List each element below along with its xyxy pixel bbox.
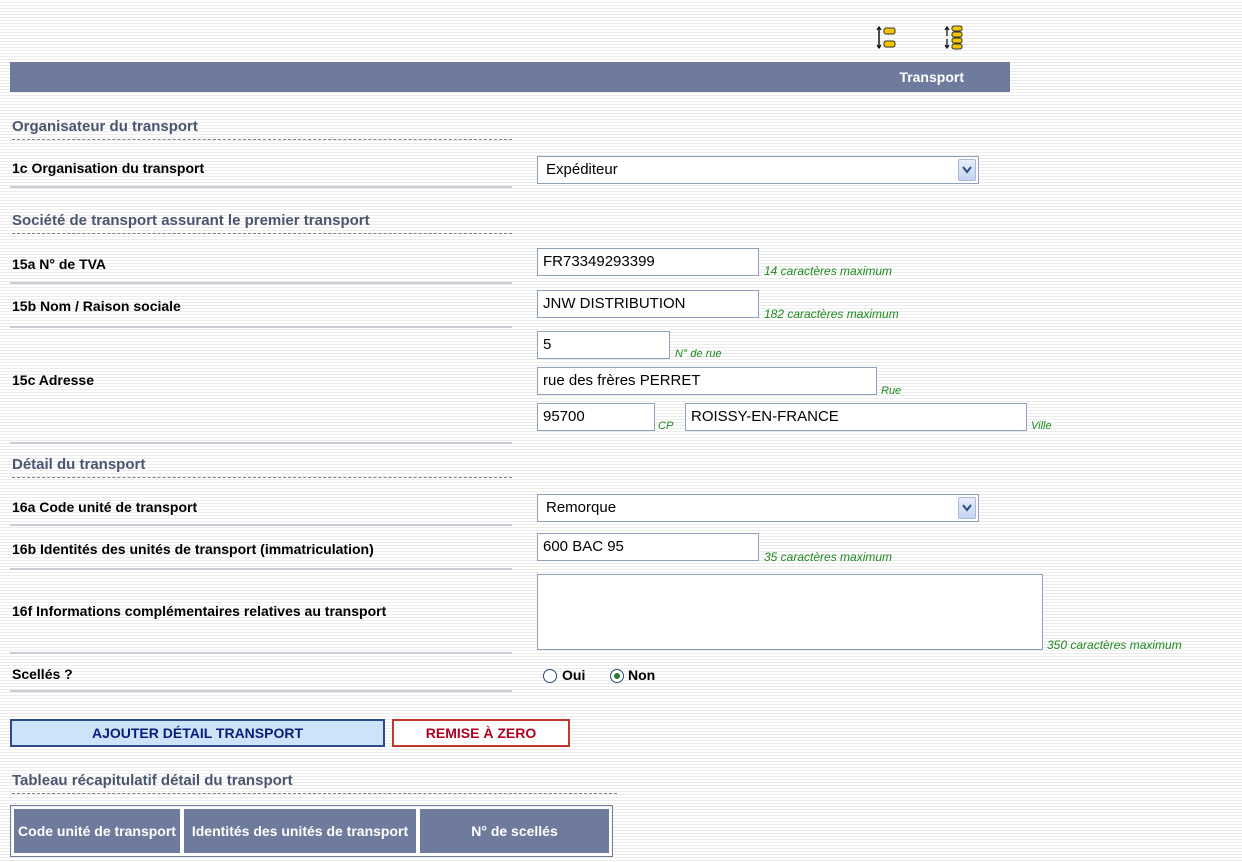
radio-oui[interactable] <box>543 669 557 683</box>
list-collapse-icon[interactable] <box>944 24 964 52</box>
adresse-rue-input[interactable]: rue des frères PERRET <box>537 367 877 395</box>
infos-hint: 350 caractères maximum <box>1047 638 1182 652</box>
add-transport-detail-button[interactable]: AJOUTER DÉTAIL TRANSPORT <box>10 719 385 747</box>
adresse-rue-hint: Rue <box>881 385 902 397</box>
organisation-select-value: Expéditeur <box>546 161 618 178</box>
table-header-code-unite: Code unité de transport <box>12 807 182 855</box>
code-unite-select[interactable]: Remorque <box>537 494 979 522</box>
identites-hint: 35 caractères maximum <box>764 550 893 564</box>
field-label-infos: 16f Informations complémentaires relativ… <box>12 603 387 619</box>
radio-oui-label[interactable]: Oui <box>562 667 585 683</box>
radio-non-label[interactable]: Non <box>628 667 655 683</box>
nom-input[interactable]: JNW DISTRIBUTION <box>537 290 759 318</box>
divider <box>10 524 512 526</box>
tva-hint: 14 caractères maximum <box>764 264 893 278</box>
divider <box>10 326 512 328</box>
table-header-scelles: N° de scellés <box>418 807 611 855</box>
adresse-cp-input[interactable]: 95700 <box>537 403 655 431</box>
table-header-identites: Identités des unités de transport <box>182 807 418 855</box>
code-unite-select-value: Remorque <box>546 499 617 516</box>
adresse-numero-input[interactable]: 5 <box>537 331 670 359</box>
divider <box>10 442 512 444</box>
adresse-ville-input[interactable]: ROISSY-EN-FRANCE <box>685 403 1027 431</box>
nom-hint: 182 caractères maximum <box>764 307 899 321</box>
field-label-organisation: 1c Organisation du transport <box>12 160 205 176</box>
section-title-recap: Tableau récapitulatif détail du transpor… <box>12 772 617 794</box>
field-label-adresse: 15c Adresse <box>12 372 94 388</box>
expand-all-icon[interactable] <box>876 24 896 52</box>
chevron-down-icon[interactable] <box>958 497 976 519</box>
field-label-nom: 15b Nom / Raison sociale <box>12 298 181 314</box>
page-title: Transport <box>899 69 964 85</box>
divider <box>10 186 512 188</box>
field-label-code-unite: 16a Code unité de transport <box>12 499 198 515</box>
adresse-numero-hint: N° de rue <box>675 348 722 360</box>
divider <box>10 652 512 654</box>
adresse-ville-hint: Ville <box>1031 420 1052 432</box>
field-label-tva: 15a N° de TVA <box>12 256 107 272</box>
reset-button[interactable]: REMISE À ZERO <box>392 719 570 747</box>
section-title-organisateur: Organisateur du transport <box>12 118 512 140</box>
chevron-down-icon[interactable] <box>958 159 976 181</box>
divider <box>10 690 512 692</box>
field-label-identites: 16b Identités des unités de transport (i… <box>12 541 374 557</box>
organisation-select[interactable]: Expéditeur <box>537 156 979 184</box>
radio-selected-dot <box>614 673 620 679</box>
tva-input[interactable]: FR73349293399 <box>537 248 759 276</box>
divider <box>10 282 512 284</box>
radio-non[interactable] <box>610 669 624 683</box>
section-title-detail: Détail du transport <box>12 456 512 478</box>
adresse-cp-hint: CP <box>658 420 674 432</box>
identites-input[interactable]: 600 BAC 95 <box>537 533 759 561</box>
field-label-scelles: Scellés ? <box>12 666 73 682</box>
section-title-societe: Société de transport assurant le premier… <box>12 212 512 234</box>
infos-textarea[interactable] <box>537 574 1043 650</box>
divider <box>10 568 512 570</box>
header-bar: Transport <box>10 62 1010 92</box>
